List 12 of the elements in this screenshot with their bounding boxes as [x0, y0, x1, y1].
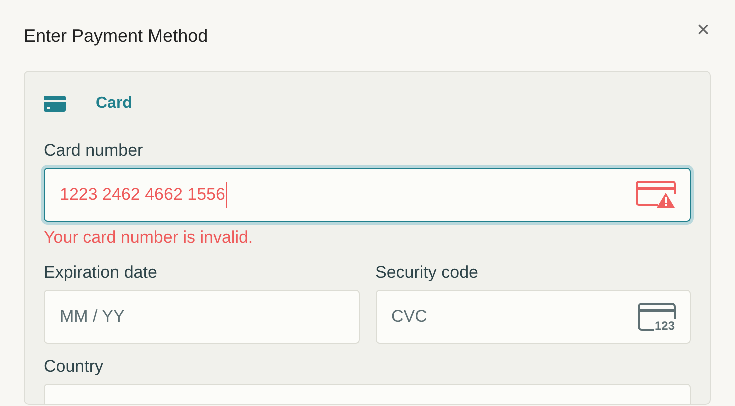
- credit-card-icon: [44, 96, 66, 112]
- card-tab[interactable]: Card: [96, 92, 132, 116]
- expiration-field[interactable]: MM / YY: [44, 290, 360, 344]
- card-number-field[interactable]: 1223 2462 4662 1556: [44, 168, 691, 222]
- field-label: Security code: [376, 262, 480, 284]
- field-label: Card number: [44, 140, 144, 162]
- field-label: Expiration date: [44, 262, 158, 284]
- close-button[interactable]: ×: [697, 22, 710, 38]
- card-warning-icon: [636, 181, 676, 209]
- field-label: Country: [44, 356, 105, 378]
- dialog-title: Enter Payment Method: [24, 25, 208, 48]
- error-message: Your card number is invalid.: [44, 227, 254, 249]
